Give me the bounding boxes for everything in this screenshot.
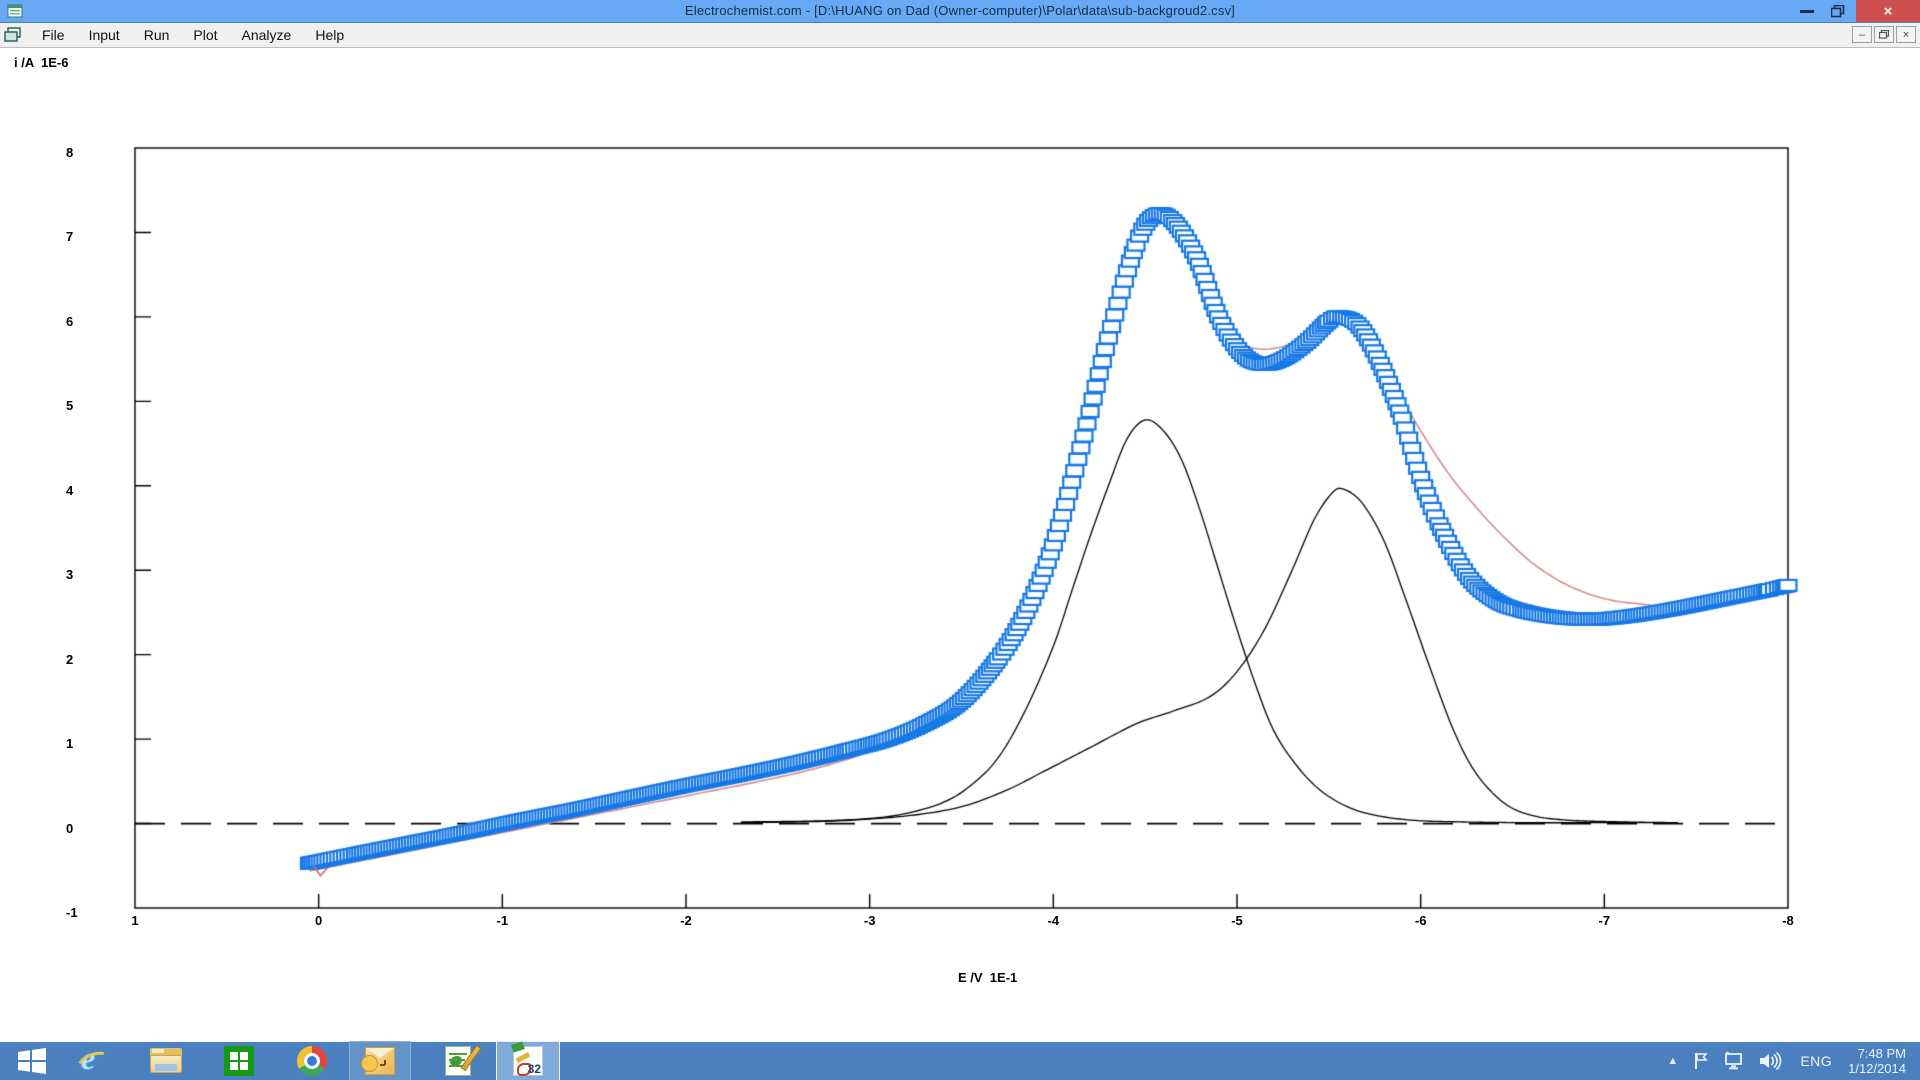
y-tick-label: 3 [66, 567, 73, 582]
store-icon [224, 1046, 254, 1076]
tray-date: 1/12/2014 [1848, 1061, 1906, 1076]
y-tick-label: 4 [66, 483, 73, 498]
x-tick-label: 0 [315, 913, 322, 928]
file-explorer-taskbar-icon[interactable] [140, 1042, 192, 1080]
menu-input[interactable]: Input [77, 23, 132, 47]
minimize-button[interactable] [1793, 0, 1821, 22]
tray-time: 7:48 PM [1848, 1046, 1906, 1061]
x-tick-label: -1 [497, 913, 509, 928]
electrochemist-icon: 32 [513, 1046, 543, 1076]
y-tick-label: 7 [66, 229, 73, 244]
y-tick-label: 6 [66, 314, 73, 329]
y-tick-label: 8 [66, 145, 73, 160]
y-tick-label: 0 [66, 821, 73, 836]
network-icon[interactable] [1724, 1051, 1746, 1071]
outlook-icon [365, 1047, 395, 1075]
chrome-icon [297, 1046, 327, 1076]
x-tick-label: -3 [864, 913, 876, 928]
mdi-child-icon [4, 27, 21, 42]
notes-icon [445, 1046, 471, 1076]
outlook-taskbar-icon[interactable] [350, 1042, 410, 1080]
mdi-close-button[interactable]: × [1896, 26, 1916, 43]
volume-icon[interactable] [1758, 1051, 1782, 1071]
notes-taskbar-icon[interactable] [432, 1042, 484, 1080]
store-taskbar-icon[interactable] [213, 1042, 265, 1080]
internet-explorer-taskbar-icon[interactable]: e [68, 1042, 116, 1080]
icon-32-label: 32 [528, 1062, 541, 1076]
system-tray: ▲ ENG 7:48 PM 1/12/2014 [1667, 1042, 1920, 1080]
desktop-screen: 10-1-2-3-4-5-6-7-8876543210-1 i /A 1E-6 … [0, 0, 1920, 1080]
menu-file[interactable]: File [30, 23, 77, 47]
folder-icon [150, 1048, 182, 1074]
chart-canvas [0, 0, 1920, 1080]
menu-plot[interactable]: Plot [181, 23, 229, 47]
chrome-taskbar-icon[interactable] [286, 1042, 338, 1080]
y-tick-label: 5 [66, 398, 73, 413]
x-tick-label: -8 [1782, 913, 1794, 928]
x-tick-label: 1 [131, 913, 138, 928]
x-tick-label: -5 [1231, 913, 1243, 928]
menu-bar: File Input Run Plot Analyze Help – × [0, 23, 1920, 48]
x-tick-label: -6 [1415, 913, 1427, 928]
show-hidden-icons-chevron[interactable]: ▲ [1667, 1055, 1678, 1067]
taskbar: e 32 ▲ [0, 1042, 1920, 1080]
mdi-restore-icon [1879, 30, 1889, 39]
restore-button[interactable] [1824, 0, 1852, 22]
windows-logo-icon [18, 1048, 46, 1074]
start-button[interactable] [8, 1042, 56, 1080]
menu-run[interactable]: Run [132, 23, 182, 47]
x-tick-label: -2 [680, 913, 692, 928]
menu-analyze[interactable]: Analyze [230, 23, 304, 47]
window-title: Electrochemist.com - [D:\HUANG on Dad (O… [0, 3, 1920, 18]
x-tick-label: -7 [1599, 913, 1611, 928]
y-tick-label: 2 [66, 652, 73, 667]
x-axis-title: E /V 1E-1 [958, 970, 1017, 985]
mdi-minimize-button[interactable]: – [1852, 26, 1872, 43]
y-tick-label: -1 [66, 905, 78, 920]
x-tick-label: -4 [1048, 913, 1060, 928]
close-button[interactable]: × [1856, 0, 1920, 22]
y-tick-label: 1 [66, 736, 73, 751]
menu-help[interactable]: Help [303, 23, 356, 47]
action-center-flag-icon[interactable] [1692, 1051, 1712, 1071]
electrochemist-taskbar-icon[interactable]: 32 [497, 1042, 559, 1080]
mdi-restore-button[interactable] [1874, 26, 1894, 43]
ie-icon: e [77, 1046, 107, 1076]
y-axis-unit-label: i /A 1E-6 [14, 55, 68, 70]
language-indicator[interactable]: ENG [1800, 1053, 1832, 1069]
restore-icon [1831, 5, 1845, 18]
clock[interactable]: 7:48 PM 1/12/2014 [1848, 1046, 1906, 1076]
window-titlebar[interactable]: Electrochemist.com - [D:\HUANG on Dad (O… [0, 0, 1920, 23]
